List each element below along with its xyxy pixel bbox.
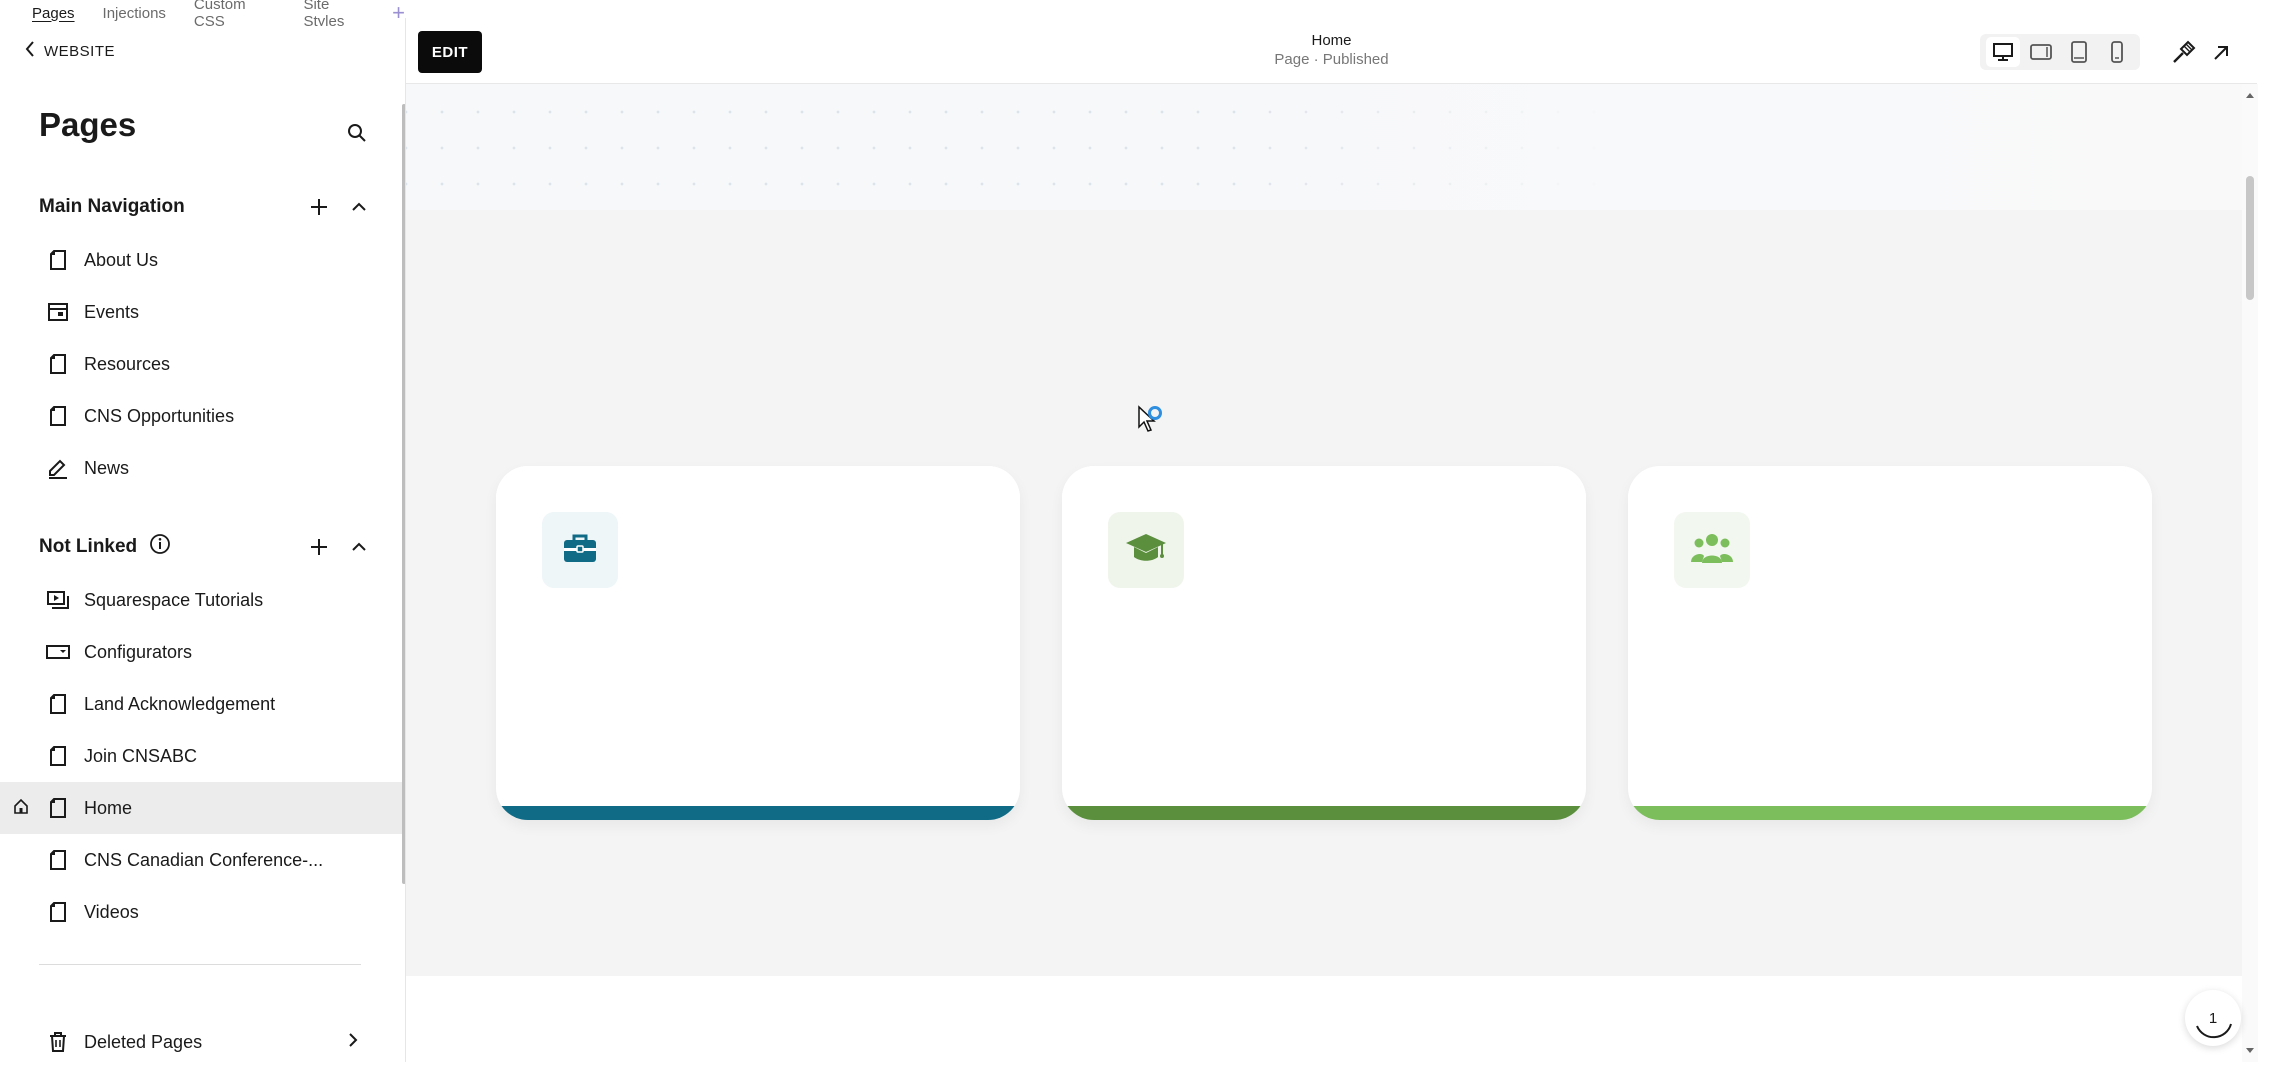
card-icon-box [542, 512, 618, 588]
scroll-thumb[interactable] [2246, 176, 2254, 300]
sidebar-item-cns-canadian-conference[interactable]: CNS Canadian Conference-... [0, 834, 403, 886]
sidebar-divider [39, 964, 361, 965]
sidebar-item-events[interactable]: Events [0, 286, 403, 338]
tab-injections[interactable]: Injections [103, 5, 166, 22]
page-icon [46, 352, 70, 376]
info-icon[interactable] [149, 533, 171, 561]
sidebar-item-label: Land Acknowledgement [84, 693, 276, 714]
not-linked-header: Not Linked [39, 532, 369, 562]
scroll-up-arrow-icon[interactable] [2245, 86, 2255, 104]
video-page-icon [46, 588, 70, 612]
page-title: Pages [39, 106, 137, 143]
preview-canvas[interactable] [406, 84, 2242, 1062]
sidebar-item-label: Join CNSABC [84, 745, 198, 766]
device-switcher [1980, 34, 2140, 70]
chevron-left-icon [24, 40, 36, 62]
main-navigation-title: Main Navigation [39, 196, 185, 217]
tab-pages[interactable]: Pages [32, 5, 75, 22]
dropdown-page-icon [46, 640, 70, 664]
sidebar-item-configurators[interactable]: Configurators [0, 626, 403, 678]
tablet-landscape-view-icon[interactable] [2024, 37, 2058, 67]
card-accent-bar [1628, 806, 2152, 820]
notification-badge[interactable]: 1 [2185, 990, 2241, 1046]
sidebar-item-label: Events [84, 301, 140, 322]
sidebar-item-label: News [84, 457, 130, 478]
blog-icon [46, 456, 70, 480]
back-label: WEBSITE [44, 42, 116, 60]
tablet-portrait-view-icon[interactable] [2062, 37, 2096, 67]
site-preview-panel: EDIT Home Page · Published [405, 18, 2258, 1062]
search-icon[interactable] [342, 118, 372, 148]
card-icon-box [1108, 512, 1184, 588]
home-icon [13, 798, 29, 819]
sidebar-item-resources[interactable]: Resources [0, 338, 403, 390]
page-icon [46, 692, 70, 716]
sidebar-item-label: Resources [84, 353, 171, 374]
page-icon [46, 848, 70, 872]
main-navigation-header: Main Navigation [39, 192, 369, 222]
sidebar-item-news[interactable]: News [0, 442, 403, 494]
desktop-view-icon[interactable] [1986, 37, 2020, 67]
feature-card[interactable] [1628, 466, 2152, 820]
loading-cursor-icon [1137, 405, 1167, 444]
page-icon [46, 796, 70, 820]
sidebar-item-label: CNS Opportunities [84, 405, 235, 426]
page-icon [46, 248, 70, 272]
collapse-not-linked-icon[interactable] [349, 537, 369, 557]
sidebar-item-label: Videos [84, 901, 139, 922]
preview-scrollbar[interactable] [2242, 84, 2258, 1062]
pages-sidebar: WEBSITE Pages Main Navigation About Us E… [0, 26, 403, 1080]
chevron-right-icon [348, 1032, 358, 1053]
sidebar-item-home[interactable]: Home [0, 782, 403, 834]
deleted-pages-label: Deleted Pages [84, 1031, 203, 1052]
card-accent-bar [496, 806, 1020, 820]
sidebar-item-about-us[interactable]: About Us [0, 234, 403, 286]
dotted-header-section [406, 84, 2242, 210]
not-linked-title: Not Linked [39, 536, 138, 557]
deleted-pages-link[interactable]: Deleted Pages [0, 1016, 403, 1068]
add-page-not-linked-icon[interactable] [309, 537, 329, 557]
page-icon [46, 900, 70, 924]
scroll-down-arrow-icon[interactable] [2245, 1042, 2255, 1060]
sidebar-item-label: CNS Canadian Conference-... [84, 849, 324, 870]
top-tabs: Pages Injections Custom CSS Site Styles … [0, 0, 405, 30]
card-icon-box [1674, 512, 1750, 588]
users-icon [1690, 531, 1734, 570]
add-tab-icon[interactable]: + [392, 2, 405, 24]
sidebar-item-join-cnsabc[interactable]: Join CNSABC [0, 730, 403, 782]
sidebar-item-label: Squarespace Tutorials [84, 589, 264, 610]
sidebar-item-label: Configurators [84, 641, 193, 662]
add-page-main-nav-icon[interactable] [309, 197, 329, 217]
page-icon [46, 404, 70, 428]
graduation-cap-icon [1124, 531, 1168, 570]
preview-header: EDIT Home Page · Published [406, 18, 2257, 84]
sidebar-item-cns-opportunities[interactable]: CNS Opportunities [0, 390, 403, 442]
sidebar-item-label: About Us [84, 249, 159, 270]
sidebar-item-label: Home [84, 797, 133, 818]
site-styles-brush-icon[interactable] [2166, 36, 2200, 70]
open-external-arrow-icon[interactable] [2204, 36, 2238, 70]
trash-icon [46, 1030, 70, 1054]
feature-card[interactable] [496, 466, 1020, 820]
briefcase-icon [562, 532, 598, 569]
sidebar-item-land-acknowledgement[interactable]: Land Acknowledgement [0, 678, 403, 730]
sidebar-item-squarespace-tutorials[interactable]: Squarespace Tutorials [0, 574, 403, 626]
mobile-view-icon[interactable] [2100, 37, 2134, 67]
sidebar-item-videos[interactable]: Videos [0, 886, 403, 938]
collapse-main-nav-icon[interactable] [349, 197, 369, 217]
feature-card[interactable] [1062, 466, 1586, 820]
page-icon [46, 744, 70, 768]
card-accent-bar [1062, 806, 1586, 820]
calendar-page-icon [46, 300, 70, 324]
back-to-website-link[interactable]: WEBSITE [24, 40, 115, 62]
